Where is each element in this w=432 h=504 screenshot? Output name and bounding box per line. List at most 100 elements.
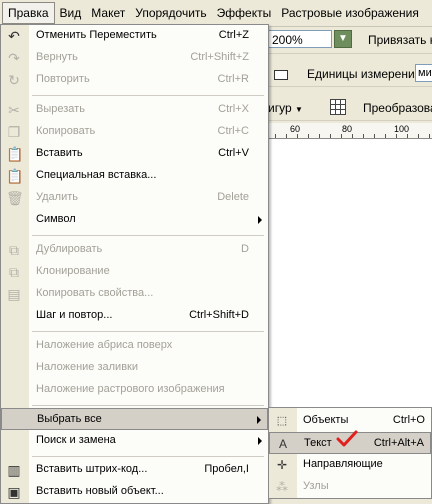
duplicate-icon: ⧉ [9,242,19,258]
menu-item-label: Специальная вставка... [36,169,157,181]
chevron-down-icon: ▼ [294,105,303,114]
menu-item-shortcut: Ctrl+Shift+Z [190,51,249,63]
menu-item-label: Вернуть [36,51,78,63]
menu-item-copy[interactable]: ❐ Копировать Ctrl+C [1,121,268,143]
menu-item-shortcut: Ctrl+R [217,73,249,85]
menu-item-label: Вставить новый объект... [36,485,164,497]
menu-item-duplicate[interactable]: ⧉ Дублировать D [1,239,268,261]
submenu-item-objects[interactable]: ⬚ Объекты Ctrl+O [269,410,431,432]
clone-icon: ⧉ [9,264,19,280]
submenu-arrow-icon [258,437,262,445]
menu-item-overprint-fill[interactable]: Наложение заливки [1,357,268,379]
menu-item-shortcut: Ctrl+O [392,414,425,426]
menu-item-shortcut: Ctrl+Z [218,29,249,41]
submenu-item-guides[interactable]: ✛ Направляющие [269,454,431,476]
nodes-icon: ⁂ [276,480,288,494]
menu-item-repeat[interactable]: ↻ Повторить Ctrl+R [1,69,268,91]
menu-item-redo[interactable]: ↷ Вернуть Ctrl+Shift+Z [1,47,268,69]
shapes-dropdown[interactable]: игур ▼ [268,101,303,115]
menu-item-label: Объекты [303,414,349,426]
menu-item-label: Поиск и замена [36,434,116,446]
guides-icon: ✛ [276,458,288,472]
menu-item-clone[interactable]: ⧉ Клонирование [1,261,268,283]
menu-item-overprint-bitmap[interactable]: Наложение растрового изображения [1,379,268,401]
trash-icon: 🗑 [6,190,24,206]
menu-item-find-replace[interactable]: Поиск и замена [1,430,268,452]
menu-item-label: Наложение абриса поверх [36,339,173,351]
scissors-icon: ✂ [8,102,20,118]
menu-item-overprint-outline[interactable]: Наложение абриса поверх [1,335,268,357]
select-objects-icon: ⬚ [276,415,288,427]
menu-item-label: Вставить [36,147,83,159]
units-select[interactable]: ми [415,64,432,82]
checkmark-icon [336,430,358,447]
select-all-submenu: ⬚ Объекты Ctrl+O A Текст Ctrl+Alt+A ✛ На… [268,407,432,499]
ruler-tick-label: 60 [290,124,301,134]
menu-view[interactable]: Вид [55,3,87,23]
menu-item-label: Направляющие [303,458,383,470]
copy-properties-icon: ▤ [7,286,21,302]
submenu-arrow-icon [257,416,261,424]
submenu-arrow-icon [258,216,262,224]
copy-icon: ❐ [7,124,21,140]
menu-item-label: Клонирование [36,265,110,277]
menu-item-label: Выбрать все [37,413,102,425]
menu-item-paste-special[interactable]: 📋 Специальная вставка... [1,165,268,187]
menu-edit[interactable]: Правка [2,2,55,24]
menu-item-copy-properties[interactable]: ▤ Копировать свойства... [1,283,268,305]
menu-bar: Правка Вид Макет Упорядочить Эффекты Рас… [0,0,432,27]
paste-special-icon: 📋 [6,168,24,184]
menu-item-step-repeat[interactable]: Шаг и повтор... Ctrl+Shift+D [1,305,268,327]
menu-item-shortcut: Ctrl+C [217,125,249,137]
menu-item-shortcut: Ctrl+V [218,147,249,159]
submenu-item-nodes[interactable]: ⁂ Узлы [269,476,431,498]
snap-to-button[interactable]: Привязать к [368,33,432,47]
menu-item-shortcut: Пробел,I [204,463,249,475]
ruler-tick-label: 100 [394,124,410,134]
menu-item-label: Вырезать [36,103,85,115]
menu-item-shortcut: D [241,243,249,255]
menu-item-delete[interactable]: 🗑 Удалить Delete [1,187,268,209]
menu-item-label: Наложение заливки [36,361,138,373]
menu-item-label: Дублировать [36,243,103,255]
transform-button[interactable]: Преобразова [363,101,432,115]
menu-item-shortcut: Ctrl+Alt+A [373,437,424,449]
menu-item-label: Вставить штрих-код... [36,463,148,475]
horizontal-ruler: 60 80 100 [264,123,432,139]
ruler-tick-label: 80 [342,124,353,134]
table-grid-icon[interactable] [330,99,346,115]
menu-layout[interactable]: Макет [86,3,130,23]
ruler-ticks [264,134,432,138]
menu-separator [32,95,264,96]
menu-item-label: Узлы [303,480,329,492]
menu-item-paste[interactable]: 📋 Вставить Ctrl+V [1,143,268,165]
paste-icon: 📋 [6,146,24,162]
menu-item-label: Копировать [36,125,96,137]
menu-separator [32,235,264,236]
rectangle-icon[interactable] [274,70,288,80]
menu-item-label: Наложение растрового изображения [36,383,225,395]
menu-item-select-all[interactable]: Выбрать все [1,408,268,430]
menu-item-label: Удалить [36,191,78,203]
menu-item-cut[interactable]: ✂ Вырезать Ctrl+X [1,99,268,121]
menu-separator [32,331,264,332]
menu-item-label: Символ [36,213,76,225]
menu-item-label: Копировать свойства... [36,287,154,299]
menu-effects[interactable]: Эффекты [212,3,277,23]
menu-item-insert-object[interactable]: ▣ Вставить новый объект... [1,481,268,503]
zoom-dropdown-button[interactable]: ▼ [334,30,352,48]
menu-item-insert-barcode[interactable]: ▥ Вставить штрих-код... Пробел,I [1,459,268,481]
menu-bitmaps[interactable]: Растровые изображения [276,3,424,23]
menu-item-symbol[interactable]: Символ [1,209,268,231]
menu-item-undo[interactable]: ↶ Отменить Переместить Ctrl+Z [1,25,268,47]
menu-separator [32,405,264,406]
menu-item-shortcut: Ctrl+X [218,103,249,115]
menu-separator [32,456,264,457]
menu-item-label: Текст [304,437,332,449]
undo-icon: ↶ [8,28,20,44]
redo-icon: ↷ [8,50,20,66]
zoom-level-input[interactable]: 200% [268,30,332,48]
text-icon: A [278,437,287,451]
menu-item-label: Отменить Переместить [36,29,157,41]
menu-arrange[interactable]: Упорядочить [130,3,211,23]
